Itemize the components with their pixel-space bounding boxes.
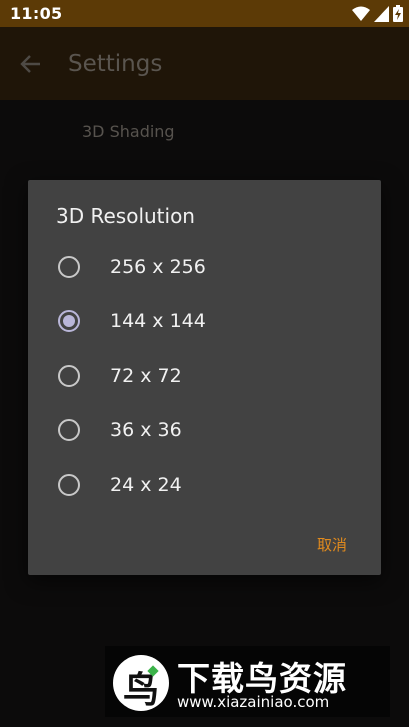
app-bar: Settings: [0, 27, 409, 100]
signal-icon: [374, 5, 389, 27]
option-36[interactable]: 36 x 36: [28, 403, 381, 457]
cancel-button[interactable]: 取消: [317, 534, 347, 555]
resolution-dialog: 3D Resolution 256 x 256 144 x 144 72 x 7…: [28, 180, 381, 575]
page-title: Settings: [68, 51, 163, 77]
option-24[interactable]: 24 x 24: [28, 458, 381, 512]
dialog-title: 3D Resolution: [56, 204, 195, 228]
radio-button[interactable]: [58, 256, 80, 278]
option-label: 72 x 72: [110, 365, 182, 387]
option-72[interactable]: 72 x 72: [28, 349, 381, 403]
radio-button[interactable]: [58, 474, 80, 496]
status-icons: [352, 5, 403, 27]
watermark-url: www.xiazainiao.com: [177, 693, 330, 711]
battery-icon: [393, 5, 403, 27]
option-label: 256 x 256: [110, 256, 206, 278]
arrow-left-icon[interactable]: [18, 51, 44, 77]
status-time: 11:05: [10, 4, 63, 23]
radio-button-selected[interactable]: [58, 310, 80, 332]
option-144[interactable]: 144 x 144: [28, 294, 381, 348]
option-label: 36 x 36: [110, 419, 182, 441]
wifi-icon: [352, 6, 370, 27]
option-label: 24 x 24: [110, 474, 182, 496]
option-256[interactable]: 256 x 256: [28, 240, 381, 294]
radio-button[interactable]: [58, 365, 80, 387]
option-label: 144 x 144: [110, 310, 206, 332]
watermark-logo-icon: 鸟: [113, 655, 169, 711]
preference-3d-shading[interactable]: 3D Shading: [82, 122, 175, 141]
watermark: 鸟 下载鸟资源 www.xiazainiao.com: [105, 646, 390, 717]
status-bar: 11:05: [0, 0, 409, 27]
radio-button[interactable]: [58, 419, 80, 441]
